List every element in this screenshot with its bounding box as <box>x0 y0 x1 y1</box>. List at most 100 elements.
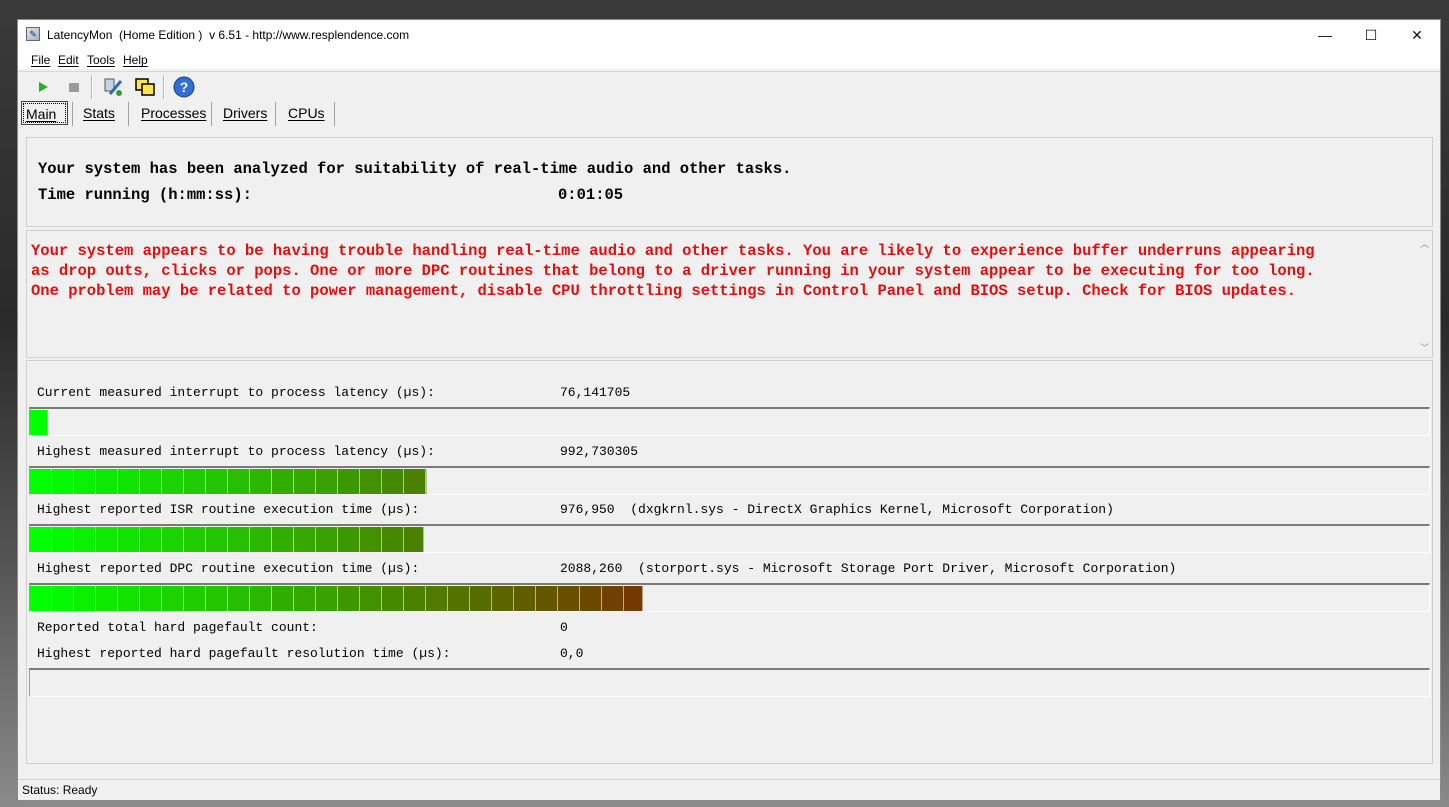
tab-stats[interactable]: Stats <box>79 101 119 125</box>
bar-segment <box>272 469 294 494</box>
bar-segment <box>360 469 382 494</box>
bar-segment <box>272 527 294 552</box>
dpc-time-label: Highest reported DPC routine execution t… <box>37 561 420 576</box>
toolbar-separator <box>91 75 93 99</box>
bar-segment <box>338 469 360 494</box>
bar-segment <box>316 586 338 611</box>
bar-segment <box>338 527 360 552</box>
bar-segment <box>162 527 184 552</box>
bar-segment <box>52 469 74 494</box>
bar-segment <box>96 527 118 552</box>
pagefault-count-label: Reported total hard pagefault count: <box>37 620 318 635</box>
bar-segment <box>206 469 228 494</box>
bar-segment <box>206 527 228 552</box>
tab-cpus[interactable]: CPUs <box>284 101 329 125</box>
bar-segment <box>228 527 250 552</box>
bar-segment <box>74 469 96 494</box>
close-button[interactable]: ✕ <box>1394 20 1440 50</box>
bar-fill <box>30 527 424 552</box>
tab-main[interactable]: Main <box>21 101 68 125</box>
toolbar-separator <box>163 75 165 99</box>
highest-latency-value: 992,730305 <box>560 444 639 459</box>
bar-segment <box>30 410 48 435</box>
bar-segment <box>558 586 580 611</box>
tab-separator <box>128 102 129 126</box>
bar-segment <box>30 586 52 611</box>
window-button[interactable] <box>133 75 157 99</box>
tab-separator <box>334 102 335 126</box>
bar-segment <box>316 527 338 552</box>
summary-panel: Your system has been analyzed for suitab… <box>26 137 1433 227</box>
bar-segment <box>184 586 206 611</box>
bar-segment <box>96 469 118 494</box>
bar-segment <box>118 527 140 552</box>
warning-panel[interactable]: Your system appears to be having trouble… <box>26 230 1433 358</box>
bar-segment <box>118 586 140 611</box>
tab-processes[interactable]: Processes <box>137 101 210 125</box>
settings-wand-icon <box>104 78 123 96</box>
title-bar[interactable]: ✎ LatencyMon (Home Edition ) v 6.51 - ht… <box>18 20 1440 50</box>
tab-separator <box>211 102 212 126</box>
help-button[interactable]: ? <box>172 75 196 99</box>
menu-tools[interactable]: Tools <box>87 53 115 67</box>
warning-message: Your system appears to be having trouble… <box>31 242 1315 300</box>
scroll-up-icon[interactable]: ︿ <box>1420 237 1429 250</box>
highest-latency-label: Highest measured interrupt to process la… <box>37 444 435 459</box>
bar-fill <box>30 410 48 435</box>
bar-segment <box>360 586 382 611</box>
maximize-button[interactable]: ☐ <box>1348 20 1394 50</box>
stop-button[interactable] <box>62 75 86 99</box>
tab-drivers[interactable]: Drivers <box>219 101 271 125</box>
minimize-button[interactable]: — <box>1302 20 1348 50</box>
current-latency-bar <box>29 407 1430 436</box>
bar-segment <box>294 586 316 611</box>
pagefault-time-label: Highest reported hard pagefault resoluti… <box>37 646 451 661</box>
pagefault-count-value: 0 <box>560 620 568 635</box>
bar-segment <box>52 527 74 552</box>
bar-segment <box>250 586 272 611</box>
help-icon: ? <box>173 76 195 98</box>
bar-segment <box>162 586 184 611</box>
dpc-time-value: 2088,260 (storport.sys - Microsoft Stora… <box>560 561 1177 576</box>
metrics-panel: Current measured interrupt to process la… <box>26 360 1433 764</box>
bar-segment <box>250 527 272 552</box>
bar-segment <box>228 469 250 494</box>
analysis-message: Your system has been analyzed for suitab… <box>38 160 792 178</box>
isr-time-label: Highest reported ISR routine execution t… <box>37 502 420 517</box>
bar-segment <box>140 469 162 494</box>
bar-segment <box>140 527 162 552</box>
bar-segment <box>338 586 360 611</box>
bar-segment <box>536 586 558 611</box>
tab-strip: Main Stats Processes Drivers CPUs <box>18 101 1440 127</box>
bar-segment <box>228 586 250 611</box>
current-latency-label: Current measured interrupt to process la… <box>37 385 435 400</box>
bar-segment <box>30 469 52 494</box>
bar-segment <box>470 586 492 611</box>
bar-segment <box>294 527 316 552</box>
bar-segment <box>184 469 206 494</box>
time-running-value: 0:01:05 <box>558 186 624 204</box>
bar-segment <box>74 586 96 611</box>
menu-help[interactable]: Help <box>123 53 148 67</box>
tools-button[interactable] <box>101 75 125 99</box>
bar-segment <box>250 469 272 494</box>
current-latency-value: 76,141705 <box>560 385 631 400</box>
bar-segment <box>404 469 426 494</box>
play-icon <box>39 82 48 92</box>
bar-segment <box>206 586 228 611</box>
menu-edit[interactable]: Edit <box>58 53 79 67</box>
bar-segment <box>602 586 624 611</box>
bar-segment <box>580 586 602 611</box>
bar-segment <box>30 527 52 552</box>
bar-segment <box>184 527 206 552</box>
pagefault-time-bar <box>29 668 1430 697</box>
scroll-down-icon[interactable]: ﹀ <box>1420 341 1429 354</box>
isr-time-bar <box>29 524 1430 553</box>
bar-segment <box>162 469 184 494</box>
bar-segment <box>492 586 514 611</box>
menu-file[interactable]: File <box>31 53 50 67</box>
bar-segment <box>52 586 74 611</box>
bar-segment <box>96 586 118 611</box>
time-running-label: Time running (h:mm:ss): <box>38 186 252 204</box>
start-button[interactable] <box>31 75 55 99</box>
